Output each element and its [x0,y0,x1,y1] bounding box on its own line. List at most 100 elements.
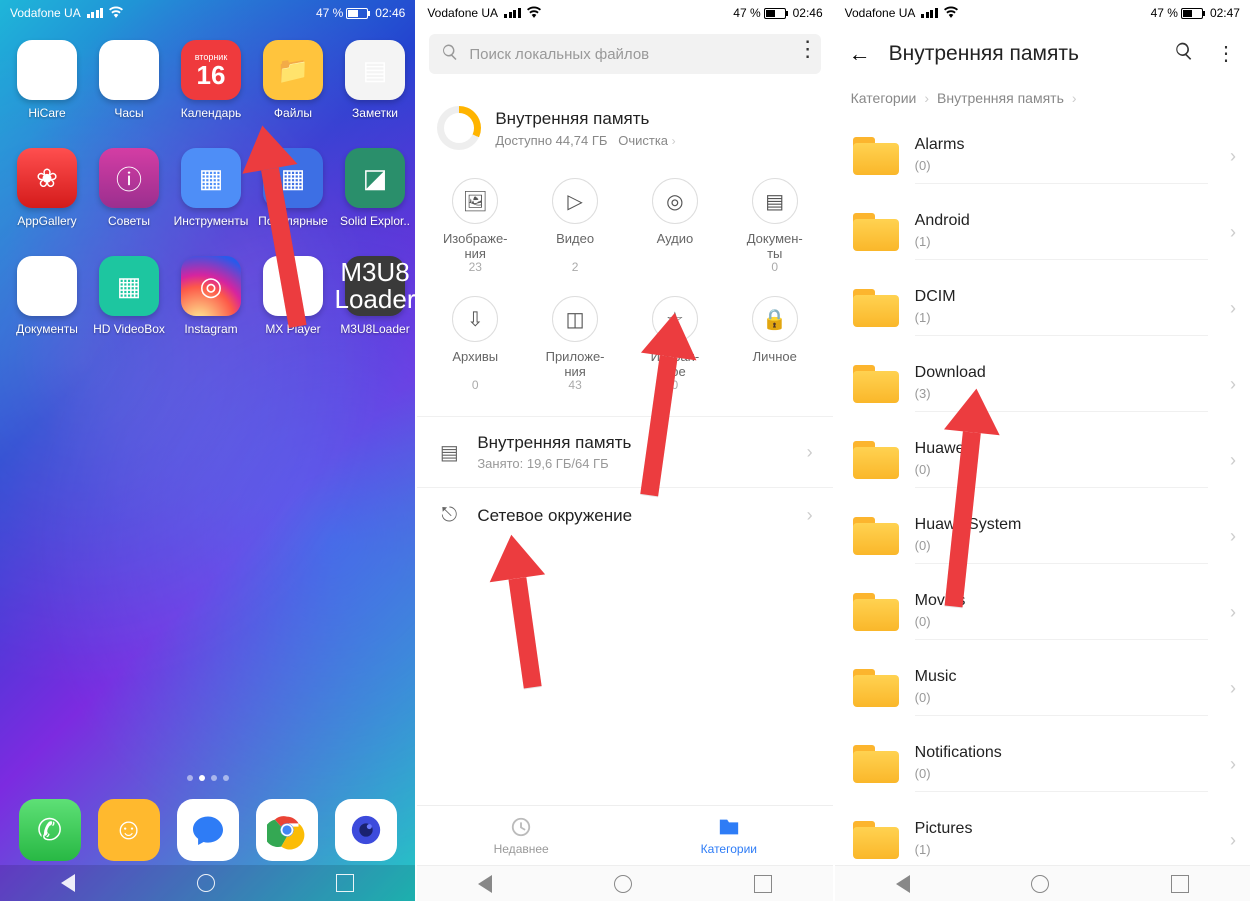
folder-name: Notifications [915,744,1208,762]
app-Заметки[interactable]: ▤Заметки [334,40,415,120]
back-icon[interactable]: ← [849,41,871,67]
app-AppGallery[interactable]: ❀AppGallery [6,148,88,228]
category-Приложе- ния[interactable]: ◫Приложе-ния43 [525,296,625,392]
folder-HuaweiSystem[interactable]: HuaweiSystem(0)› [835,498,1250,574]
app-Инструменты[interactable]: ▦Инструменты [170,148,252,228]
app-Instagram[interactable]: ◎Instagram [170,256,252,336]
cleanup-link[interactable]: Очистка [618,133,668,148]
search-icon[interactable] [1174,41,1194,67]
app-HiCare[interactable]: ♡HiCare [6,40,88,120]
folder-Huawei[interactable]: Huawei(0)› [835,422,1250,498]
category-label: Личное [753,350,797,378]
folder-DCIM[interactable]: DCIM(1)› [835,270,1250,346]
folder-Music[interactable]: Music(0)› [835,650,1250,726]
more-icon[interactable]: ⋮ [797,36,819,62]
network-row[interactable]: ⎋ Сетевое окружение › [417,487,832,543]
folder-count: (0) [915,766,1208,781]
category-icon: ▷ [552,178,598,224]
chevron-right-icon: › [1230,602,1236,623]
category-Видео[interactable]: ▷Видео2 [525,178,625,274]
app-Часы[interactable]: ◷Часы [88,40,170,120]
tab-recent[interactable]: Недавнее [417,806,625,865]
internal-storage-row[interactable]: ▤ Внутренняя память Занято: 19,6 ГБ/64 Г… [417,416,832,487]
category-icon: 🔒 [752,296,798,342]
crumb-internal[interactable]: Внутренняя память [937,90,1064,106]
app-Календарь[interactable]: вторник16Календарь [170,40,252,120]
folder-icon [853,441,899,479]
camera-app[interactable] [335,799,397,861]
app-Solid Explor..[interactable]: ◪ Solid Explor.. [334,148,415,228]
file-browser: Vodafone UA 47 % 02:47 ← Внутренняя памя… [835,0,1250,901]
storage-summary[interactable]: Внутренняя память Доступно 44,74 ГБ Очис… [417,82,832,168]
app-icon: вторник16 [181,40,241,100]
app-icon: ◪ [345,148,405,208]
nav-back-icon[interactable] [478,875,492,893]
category-Личное[interactable]: 🔒 Личное [725,296,825,392]
phone-app[interactable]: ✆ [19,799,81,861]
nav-home-icon[interactable] [197,874,215,892]
app-label: HiCare [6,106,88,120]
battery-pct: 47 % [1151,6,1178,20]
search-input[interactable]: Поиск локальных файлов [429,34,820,74]
nav-back-icon[interactable] [896,875,910,893]
app-icon: M3U8 Loader [345,256,405,316]
wifi-icon [527,6,541,21]
network-label: Сетевое окружение [477,506,632,526]
tab-categories[interactable]: Категории [625,806,833,865]
folder-Download[interactable]: Download(3)› [835,346,1250,422]
app-label: M3U8Loader [334,322,415,336]
category-Архивы[interactable]: ⇩Архивы0 [425,296,525,392]
battery-icon [346,8,368,19]
folder-Alarms[interactable]: Alarms(0)› [835,118,1250,194]
chevron-right-icon: › [807,442,813,463]
app-label: Документы [6,322,88,336]
nav-back-icon[interactable] [61,874,75,892]
category-Докумен- ты[interactable]: ▤Докумен-ты0 [725,178,825,274]
nav-recent-icon[interactable] [1171,875,1189,893]
messages-app[interactable] [177,799,239,861]
app-Документы[interactable]: ▤Документы [6,256,88,336]
app-label: AppGallery [6,214,88,228]
signal-icon [504,8,521,18]
category-Изображе- ния[interactable]: 🖼Изображе-ния23 [425,178,525,274]
app-label: Советы [88,214,170,228]
folder-name: HuaweiSystem [915,516,1208,534]
crumb-categories[interactable]: Категории [851,90,917,106]
category-Избран- ное[interactable]: ☆Избран-ное0 [625,296,725,392]
app-Файлы[interactable]: 📁Файлы [252,40,334,120]
app-Популярные[interactable]: ▦Популярные [252,148,334,228]
app-M3U8Loader[interactable]: M3U8 Loader M3U8Loader [334,256,415,336]
folder-name: Huawei [915,440,1208,458]
folder-name: DCIM [915,288,1208,306]
app-icon: 📁 [263,40,323,100]
nav-recent-icon[interactable] [336,874,354,892]
folder-count: (1) [915,842,1208,857]
nav-home-icon[interactable] [614,875,632,893]
app-Советы[interactable]: ⓘ Советы [88,148,170,228]
folder-name: Movies [915,592,1208,610]
category-count: 0 [472,378,479,392]
nav-recent-icon[interactable] [754,875,772,893]
app-HD VideoBox[interactable]: ▦HD VideoBox [88,256,170,336]
folder-Android[interactable]: Android(1)› [835,194,1250,270]
page-title: Внутренняя память [889,42,1079,66]
app-label: HD VideoBox [88,322,170,336]
app-MX Player[interactable]: ▶MX Player [252,256,334,336]
category-icon: ⇩ [452,296,498,342]
chrome-app[interactable] [256,799,318,861]
folder-Movies[interactable]: Movies(0)› [835,574,1250,650]
chevron-right-icon: › [1230,374,1236,395]
more-icon[interactable]: ⋮ [1216,41,1236,67]
chevron-right-icon: › [1230,678,1236,699]
nav-home-icon[interactable] [1031,875,1049,893]
folder-icon [853,745,899,783]
app-icon: ⓘ [99,148,159,208]
app-label: Solid Explor.. [334,214,415,228]
folder-Notifications[interactable]: Notifications(0)› [835,726,1250,802]
chevron-right-icon: › [924,90,929,106]
category-Аудио[interactable]: ◎Аудио [625,178,725,274]
category-count: 43 [568,378,581,392]
category-icon: ☆ [652,296,698,342]
category-label: Видео [556,232,594,260]
contacts-app[interactable]: ☺ [98,799,160,861]
